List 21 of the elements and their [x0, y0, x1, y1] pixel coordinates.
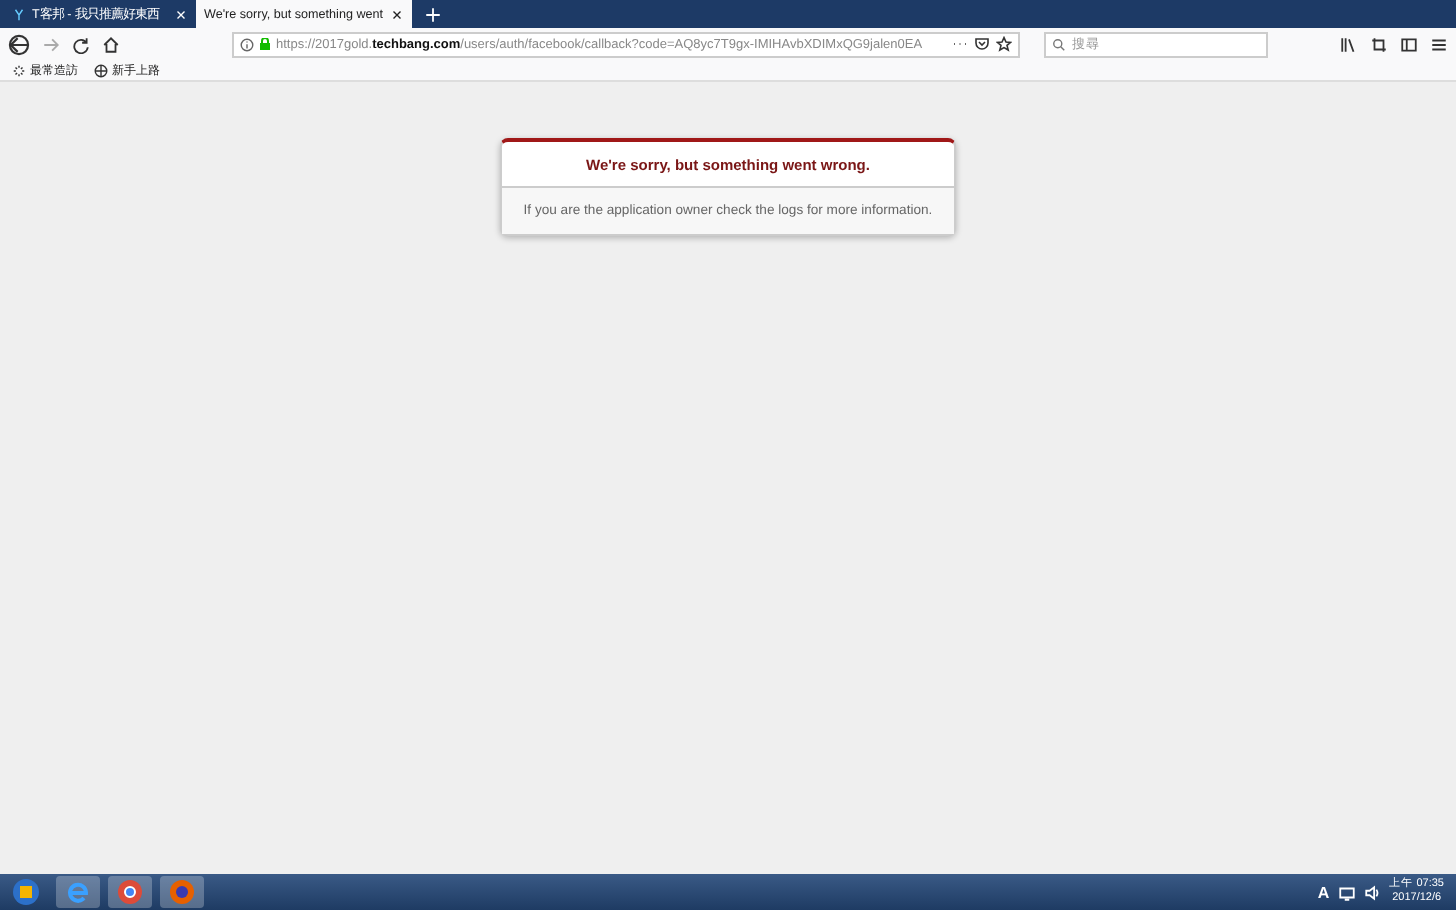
taskbar-circle-browser-icon[interactable]	[108, 876, 152, 908]
reload-icon[interactable]	[72, 35, 90, 53]
crop-icon[interactable]	[1370, 35, 1388, 53]
pocket-icon[interactable]	[974, 36, 990, 52]
language-indicator[interactable]: A	[1317, 883, 1330, 901]
taskbar-fox-browser-icon[interactable]	[160, 876, 204, 908]
menu-icon[interactable]	[1430, 35, 1448, 53]
info-icon	[240, 37, 254, 51]
globe-icon	[94, 63, 108, 77]
volume-icon[interactable]	[1363, 883, 1382, 901]
new-tab-icon[interactable]	[424, 5, 442, 23]
network-icon[interactable]	[1337, 883, 1356, 901]
star-icon[interactable]	[996, 36, 1012, 52]
search-icon	[1052, 37, 1066, 51]
back-icon[interactable]	[8, 33, 30, 55]
library-icon[interactable]	[1340, 35, 1358, 53]
home-icon[interactable]	[102, 35, 120, 53]
site-icon	[12, 7, 26, 21]
close-icon[interactable]	[390, 7, 404, 21]
sidebar-icon[interactable]	[1400, 35, 1418, 53]
lock-icon	[260, 38, 270, 50]
